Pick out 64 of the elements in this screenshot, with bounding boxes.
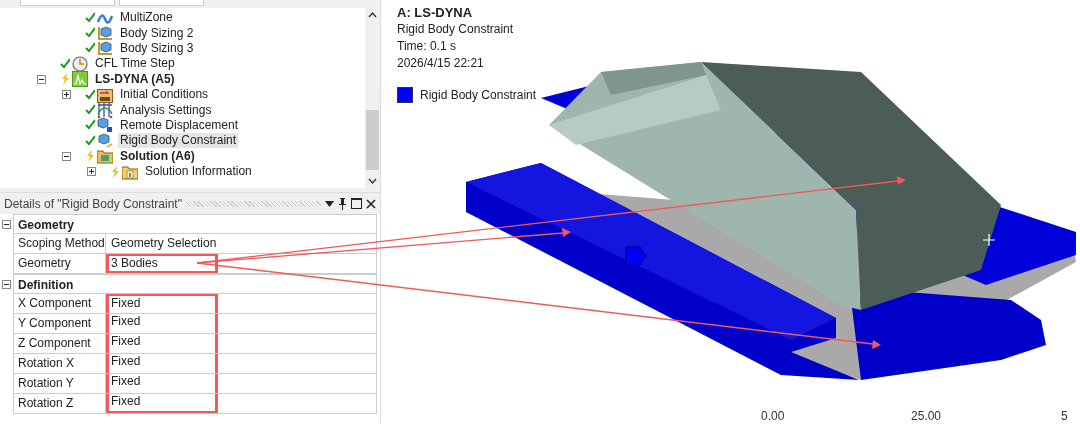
expand-icon[interactable] [61, 90, 71, 100]
tree-item[interactable]: Rigid Body Constraint [118, 133, 239, 149]
tree-item[interactable]: Analysis Settings [118, 102, 214, 118]
scroll-up-icon[interactable] [368, 12, 377, 18]
name-field[interactable] [20, 0, 115, 6]
cube-icon [97, 132, 113, 149]
tree-item[interactable]: Body Sizing 3 [118, 40, 196, 56]
tree-item[interactable]: LS-DYNA (A5) [93, 71, 177, 87]
property-value[interactable]: Fixed [106, 354, 218, 373]
property-value[interactable]: Fixed [106, 334, 218, 353]
viewport-title: A: LS-DYNA [397, 4, 474, 21]
collapse-icon[interactable] [2, 219, 11, 229]
tree-item[interactable]: Body Sizing 2 [118, 25, 196, 41]
clock-icon [72, 55, 88, 72]
frame-icon [97, 102, 113, 119]
pin-icon[interactable] [338, 197, 347, 210]
tree-item[interactable]: MultiZone [118, 10, 175, 26]
maximize-icon[interactable] [351, 198, 362, 209]
scale-label: 25.00 [911, 408, 943, 424]
crosshair-icon [983, 234, 995, 246]
search-field[interactable] [119, 0, 204, 6]
close-icon[interactable] [366, 198, 376, 209]
chart-icon [72, 71, 88, 88]
cube-ruler-icon [97, 25, 113, 42]
property-name: X Component [14, 294, 106, 313]
tree-item[interactable]: CFL Time Step [93, 56, 177, 72]
property-value[interactable]: Fixed [106, 394, 218, 413]
info-folder-icon [122, 163, 138, 180]
property-name: Z Component [14, 334, 106, 353]
tree-item[interactable]: Solution Information [143, 164, 254, 180]
property-value[interactable]: 3 Bodies [106, 254, 218, 273]
cube-point-icon [97, 117, 113, 134]
cube-ruler-icon [97, 40, 113, 57]
tree-item[interactable]: Remote Displacement [118, 117, 241, 133]
property-value[interactable]: Fixed [106, 374, 218, 393]
property-value[interactable]: Fixed [106, 294, 218, 313]
collapse-icon[interactable] [2, 279, 11, 289]
scroll-down-icon[interactable] [368, 178, 377, 184]
collapse-icon[interactable] [36, 74, 46, 84]
viewport-info: Time: 0.1 s [397, 38, 457, 55]
details-title: Details of "Rigid Body Constraint" [4, 195, 182, 213]
property-name: Scoping Method [14, 234, 106, 253]
expand-icon[interactable] [86, 167, 96, 177]
viewport-info: 2026/4/15 22:21 [397, 55, 485, 72]
property-name: Y Component [14, 314, 106, 333]
property-name: Rotation Y [14, 374, 106, 393]
folder-icon [97, 148, 113, 165]
tree-item[interactable]: Initial Conditions [118, 87, 211, 103]
legend-label: Rigid Body Constraint [420, 87, 537, 104]
viewport-info: Rigid Body Constraint [397, 21, 515, 38]
scroll-thumb[interactable] [366, 110, 379, 170]
property-name: Geometry [14, 254, 106, 273]
property-name: Rotation Z [14, 394, 106, 413]
scale-label: 0.00 [761, 408, 786, 424]
dropdown-icon[interactable] [325, 200, 334, 207]
group-header[interactable]: Definition [13, 274, 377, 294]
property-name: Rotation X [14, 354, 106, 373]
property-value[interactable]: Geometry Selection [106, 234, 218, 253]
property-value[interactable]: Fixed [106, 314, 218, 333]
initial-conditions-icon [97, 86, 113, 103]
collapse-icon[interactable] [61, 151, 71, 161]
scale-label: 5 [1061, 408, 1069, 424]
group-header[interactable]: Geometry [13, 214, 377, 234]
tree-item[interactable]: Solution (A6) [118, 148, 197, 164]
